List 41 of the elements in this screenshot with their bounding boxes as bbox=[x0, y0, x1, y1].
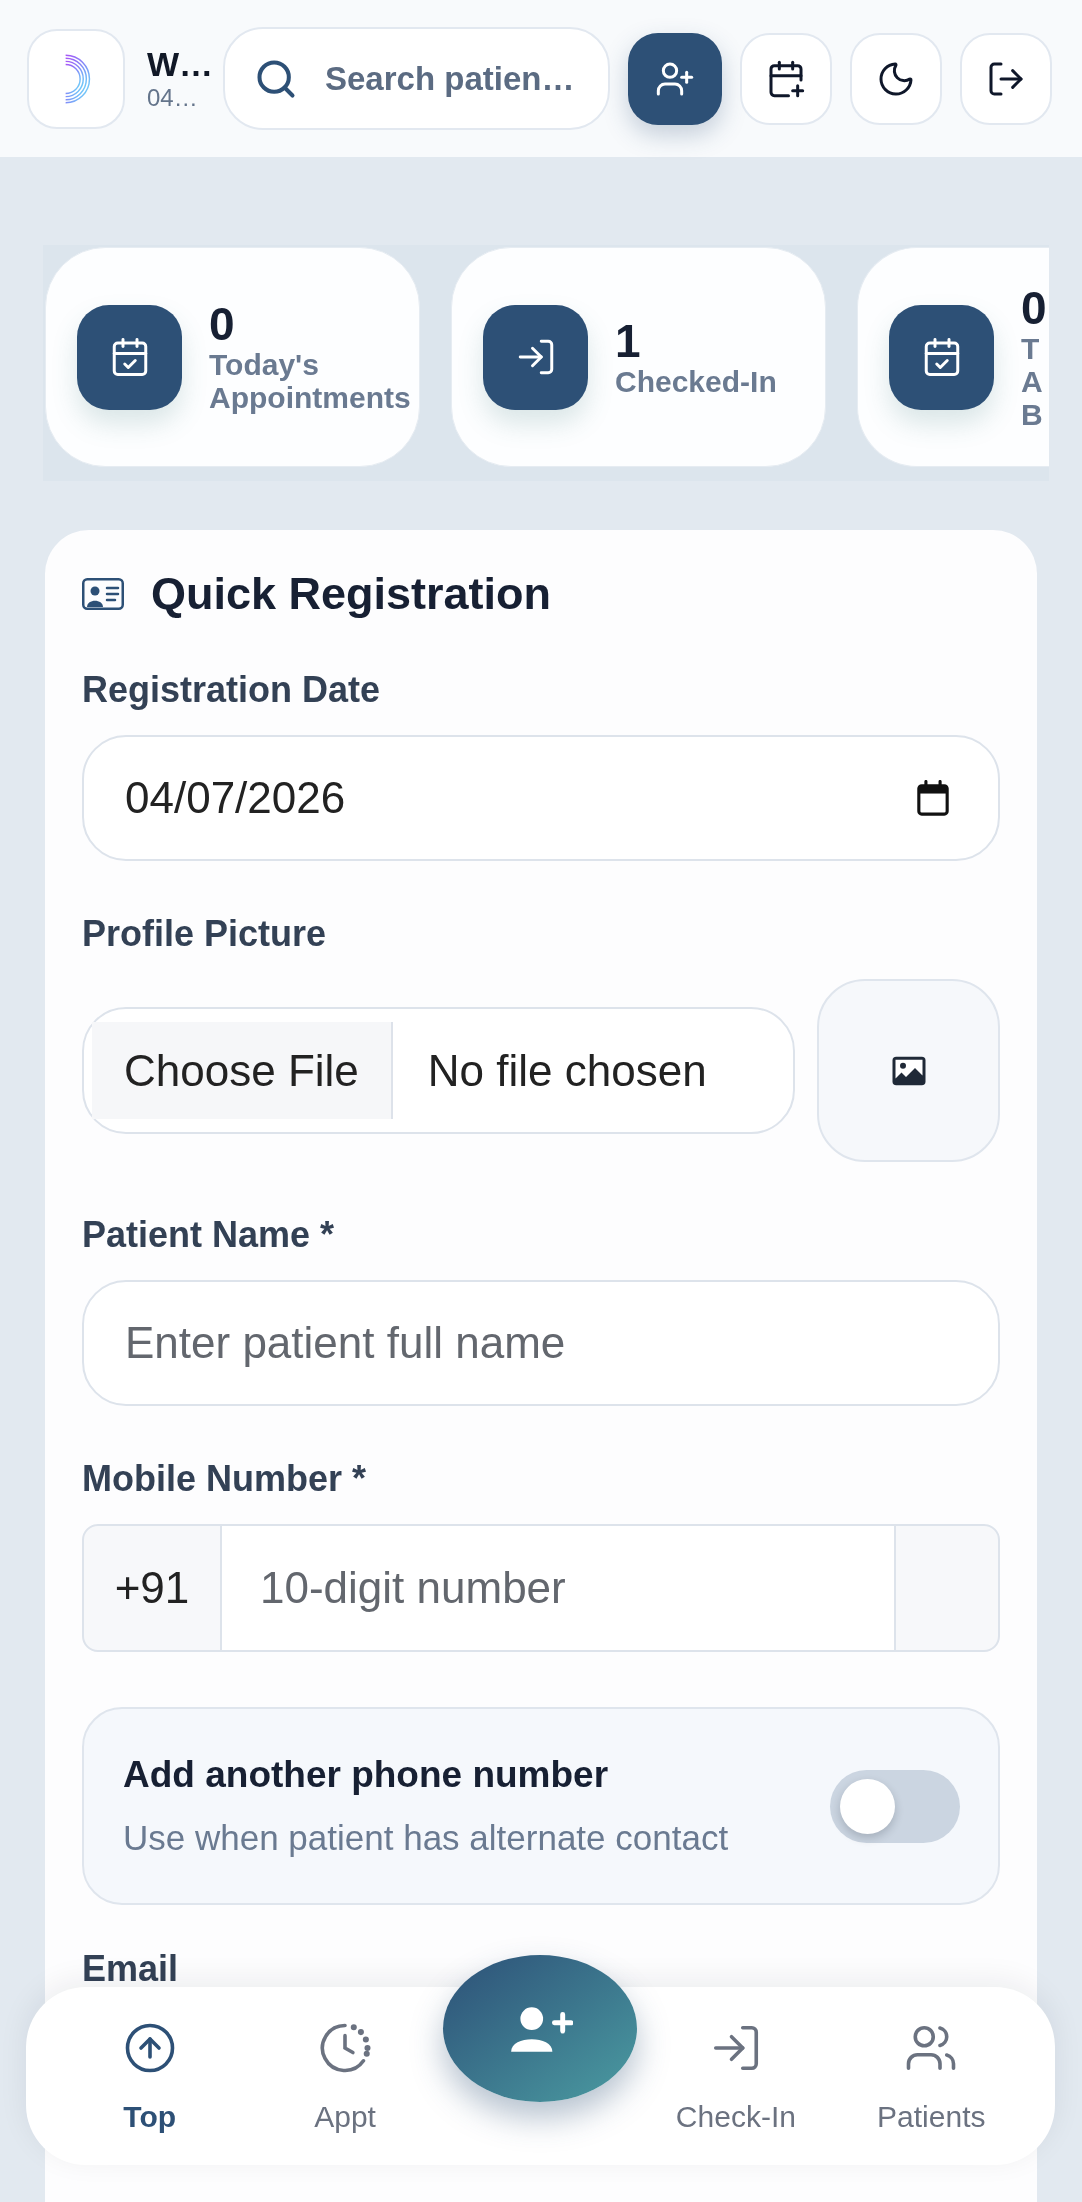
calendar-icon[interactable] bbox=[916, 779, 950, 817]
stat-value: 0 bbox=[209, 300, 236, 348]
image-icon bbox=[890, 1054, 927, 1087]
toggle-title: Add another phone number bbox=[123, 1753, 610, 1797]
clinic-name: W… bbox=[147, 44, 215, 83]
new-appointment-button[interactable] bbox=[740, 32, 832, 125]
file-name-text: No file chosen bbox=[427, 1044, 707, 1097]
form-title: Quick Registration bbox=[151, 570, 552, 618]
stat-label: Today's Appointments bbox=[209, 348, 412, 414]
mobile-number-field[interactable]: 10-digit number bbox=[220, 1526, 896, 1650]
calendar-check-icon bbox=[889, 304, 994, 410]
nav-item[interactable]: Top bbox=[64, 2021, 235, 2165]
toggle-hint: Use when patient has alternate contact bbox=[123, 1817, 729, 1859]
stat-value: 0 bbox=[1021, 283, 1048, 332]
field-label: Profile Picture bbox=[82, 916, 328, 952]
field-label: Patient Name * bbox=[82, 1217, 336, 1253]
logo-icon bbox=[27, 28, 125, 129]
header-subtitle: 04… bbox=[147, 82, 199, 113]
search-field[interactable]: Search patien… bbox=[223, 27, 610, 130]
country-code: +91 bbox=[113, 1562, 191, 1614]
field-label: Mobile Number * bbox=[82, 1461, 368, 1497]
patient-name-field[interactable]: Enter patient full name bbox=[82, 1280, 1000, 1406]
stat-label: T A B bbox=[1021, 331, 1044, 431]
stat-label: Checked-In bbox=[615, 364, 778, 398]
choose-file-button[interactable]: Choose File bbox=[92, 1022, 393, 1119]
search-icon bbox=[254, 57, 298, 101]
clock-icon bbox=[318, 2021, 373, 2075]
field-label: Email bbox=[82, 1954, 179, 1984]
dark-mode-button[interactable] bbox=[850, 32, 942, 125]
stat-value: 1 bbox=[615, 316, 642, 365]
login-arrow-icon bbox=[483, 304, 588, 410]
logout-button[interactable] bbox=[960, 32, 1052, 125]
nav-item[interactable]: Patients bbox=[846, 2021, 1017, 2165]
file-input[interactable]: Choose File No file chosen bbox=[82, 1007, 795, 1134]
field-label: Registration Date bbox=[82, 672, 382, 708]
calendar-check-icon bbox=[77, 304, 182, 410]
nav-item[interactable]: Appt bbox=[260, 2021, 431, 2165]
date-field[interactable]: 04/07/2026 bbox=[82, 735, 1000, 861]
add-patient-button[interactable] bbox=[628, 32, 722, 125]
id-card-icon bbox=[82, 578, 124, 610]
nav-item[interactable]: Check-In bbox=[650, 2021, 821, 2165]
